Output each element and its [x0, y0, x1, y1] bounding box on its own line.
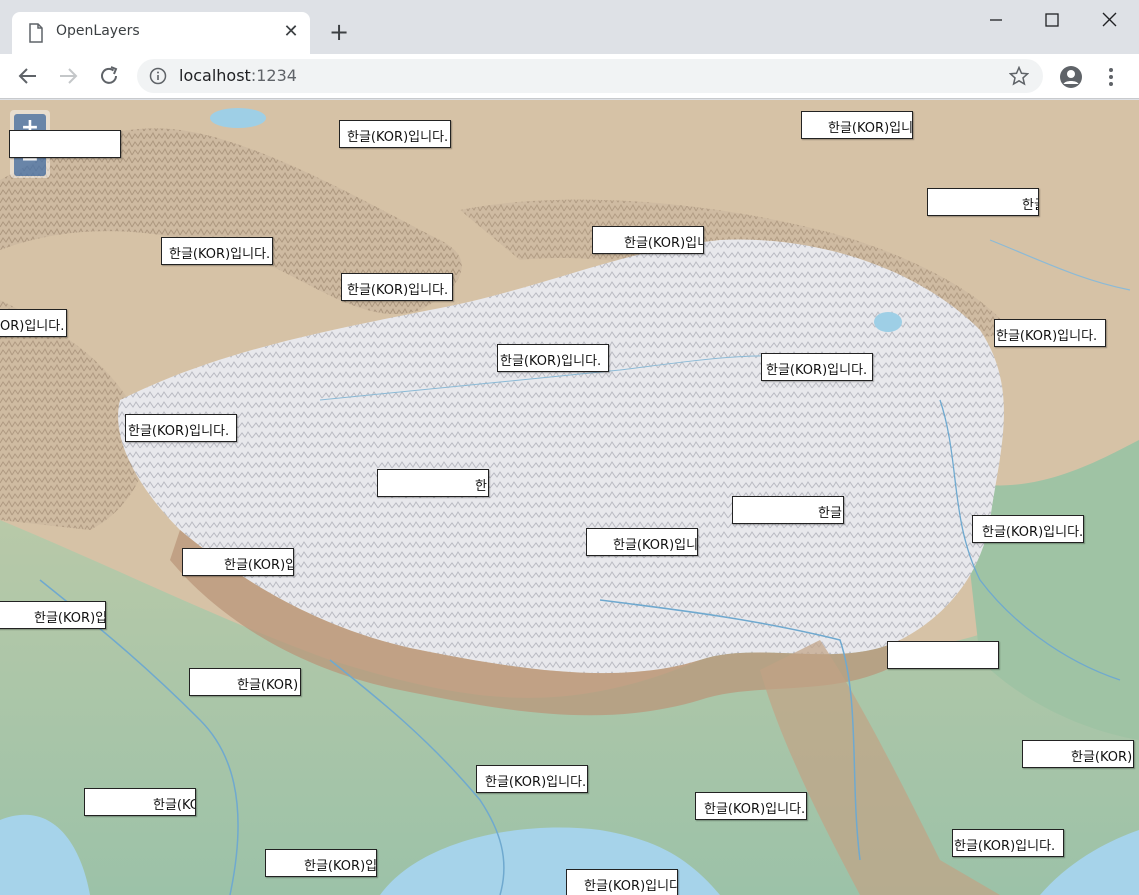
overlay-text: 한글(KC [153, 798, 196, 813]
overlay-text: 한글(KOR)입니 [624, 236, 704, 251]
tab-title: OpenLayers [56, 23, 140, 39]
overlay-text: 한글(KOR) [237, 678, 299, 693]
overlay-text: 한글 [818, 506, 842, 521]
overlay-text: 한글(KOR)입니다. [766, 363, 868, 378]
url-text: localhost:1234 [179, 66, 297, 85]
menu-icon[interactable] [1101, 65, 1121, 89]
page-icon [29, 23, 43, 43]
map-overlay-label: 한글(KOR)입 [182, 548, 294, 576]
overlay-text: 한글(KOR)입니 [828, 121, 913, 136]
overlay-text: 한글 [1022, 198, 1038, 213]
overlay-text: 한글(KOR)입니다. [347, 283, 449, 298]
overlay-text: 한글(KOR)입 [224, 558, 294, 573]
map-overlay-label: 한글(KOR)입 [265, 849, 377, 877]
map-overlay-label: OR)입니다. [0, 309, 67, 337]
info-icon[interactable] [149, 67, 167, 85]
map-overlay-label: 한글(KOR)입니 [592, 226, 704, 254]
map-overlay-label: 한글(KOR) [1022, 740, 1134, 768]
tab-close-icon[interactable]: ✕ [280, 21, 302, 43]
map-overlay-label: 한글(KOR)입니다 [566, 869, 678, 895]
overlay-text: 한글(KOR)입 [34, 611, 106, 626]
overlay-text: 한글(KOR)입니다. [954, 839, 1056, 854]
overlay-text: 한글(KOR) [1071, 750, 1133, 765]
map-viewport[interactable]: + − 한글(KOR)입니다. 한글(KOR)입니 한글 한글(KOR)입니다.… [0, 100, 1139, 895]
map-overlay-label: 한글(KOR)입니다. [476, 765, 588, 793]
reload-icon[interactable] [97, 64, 121, 88]
overlay-text: 한글(KOR)입니다. [169, 247, 271, 262]
map-overlay-label: 한글(KOR)입니다. [161, 237, 273, 265]
browser-toolbar: localhost:1234 [0, 54, 1139, 99]
overlay-text: 한글(KOR)입 [304, 859, 377, 874]
map-overlay-label: 한글(KOR)입니다. [125, 414, 237, 442]
map-overlay-label: 한글(KOR)입니다. [497, 344, 609, 372]
map-overlay-label: 한글(KOR)입니다. [952, 829, 1064, 857]
map-overlay-label: 한글(KC [84, 788, 196, 816]
overlay-text: OR)입니다. [0, 319, 65, 334]
overlay-text: 한글(KOR)입니다. [485, 775, 587, 790]
map-overlay-label: 한글(KOR)입니다. [695, 792, 807, 820]
tab-strip: OpenLayers ✕ + [0, 0, 1139, 54]
overlay-text: 한글(KOR)입니다. [347, 130, 449, 145]
url-host: localhost [179, 66, 251, 85]
map-overlay-label: 한글(KOR)입니다. [341, 273, 453, 301]
overlay-text: 한글(KOR)입니 [613, 538, 698, 553]
overlay-text: 한 [475, 479, 487, 494]
map-overlay-label: 한글(KOR)입니다. [972, 515, 1084, 543]
map-overlay-label: 한글 [732, 496, 844, 524]
forward-icon[interactable] [56, 64, 80, 88]
map-overlay-label: 한글(KOR)입니 [801, 111, 913, 139]
overlay-text: 한글(KOR)입니다 [584, 879, 678, 894]
map-overlay-label: 한글(KOR)입니다. [339, 120, 451, 148]
map-overlay-label: 한글(KOR) [189, 668, 301, 696]
overlay-text: 한글(KOR)입니다. [128, 424, 230, 439]
profile-icon[interactable] [1059, 65, 1083, 89]
maximize-icon[interactable] [1038, 8, 1066, 32]
window-close-icon[interactable] [1095, 8, 1123, 32]
overlay-text: 한글(KOR)입니다. [996, 329, 1098, 344]
url-port: :1234 [250, 66, 297, 85]
map-overlay-label: 한글(KOR)입니다. [994, 319, 1106, 347]
tab-openlayers[interactable]: OpenLayers ✕ [12, 12, 310, 54]
map-overlay-label: 한글(KOR)입 [0, 601, 106, 629]
map-overlay-label: 한글 [927, 188, 1039, 216]
address-bar[interactable]: localhost:1234 [137, 59, 1043, 93]
overlay-text: 한글(KOR)입니다. [982, 525, 1084, 540]
map-overlay-label: 한글(KOR)입니다. [761, 353, 873, 381]
overlay-text: 한글(KOR)입니다. [704, 802, 806, 817]
map-overlay-label: 한 [377, 469, 489, 497]
back-icon[interactable] [16, 64, 40, 88]
bookmark-star-icon[interactable] [1009, 66, 1029, 86]
map-overlay-label: 한글(KOR)입니 [586, 528, 698, 556]
new-tab-button[interactable]: + [326, 20, 352, 46]
map-overlay-label [887, 641, 999, 669]
overlay-text: 한글(KOR)입니다. [500, 354, 602, 369]
minimize-icon[interactable] [982, 8, 1010, 32]
map-overlay-label [9, 130, 121, 158]
